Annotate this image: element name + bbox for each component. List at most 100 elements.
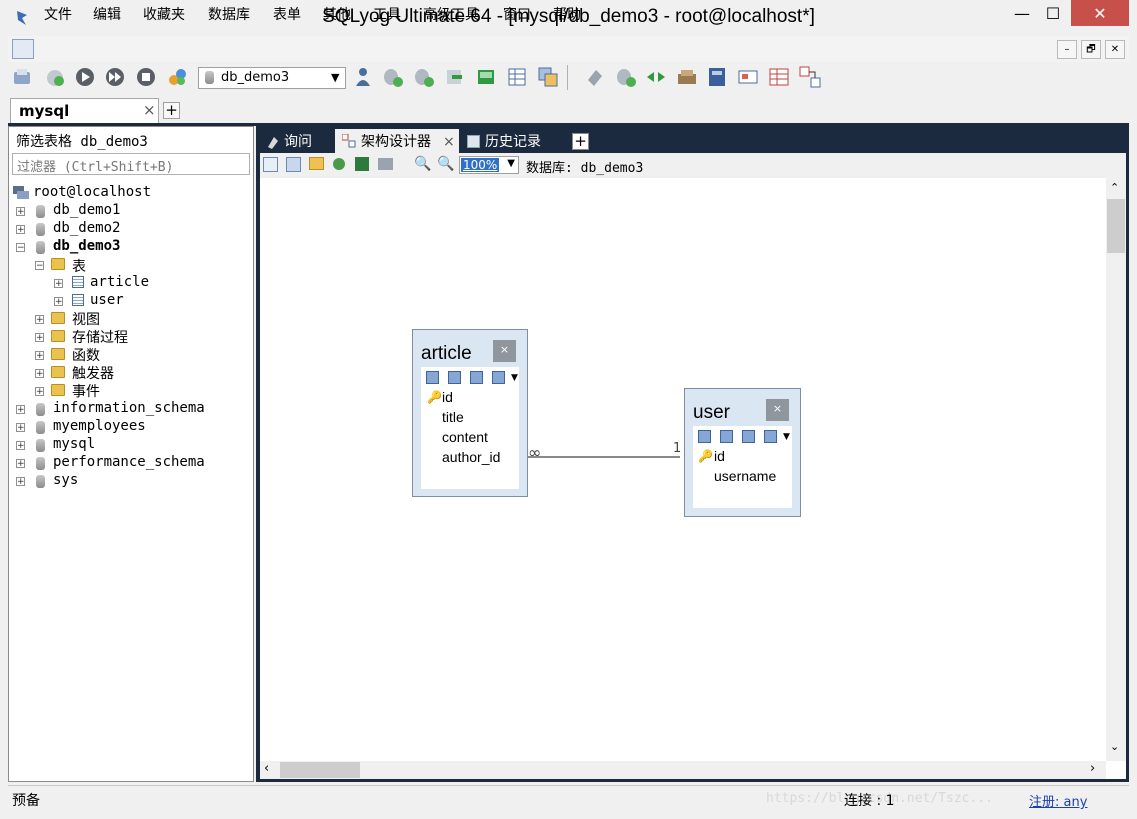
collapse-icon[interactable]: −	[35, 261, 44, 271]
schema-sync-icon[interactable]	[537, 66, 559, 88]
register-link[interactable]: 注册: any	[1029, 791, 1087, 810]
mdi-close-button[interactable]: ✕	[1105, 40, 1125, 59]
expand-icon[interactable]: +	[35, 315, 44, 325]
add-table-icon[interactable]	[263, 157, 278, 172]
horizontal-scrollbar[interactable]	[260, 761, 1106, 779]
menu-favorites[interactable]: 收藏夹	[143, 4, 185, 24]
import-icon[interactable]	[444, 66, 466, 88]
field-row[interactable]: content	[442, 429, 488, 445]
expand-icon[interactable]: +	[16, 207, 25, 217]
tree-root[interactable]: root@localhost	[33, 184, 151, 202]
expand-icon[interactable]: +	[54, 297, 63, 307]
collapse-icon[interactable]: −	[16, 243, 25, 253]
export-icon[interactable]	[475, 66, 497, 88]
scroll-left-icon[interactable]: ‹	[264, 761, 269, 776]
menu-help[interactable]: 帮助	[553, 4, 581, 24]
expand-icon[interactable]: +	[54, 279, 63, 289]
chevron-down-icon[interactable]: ▼	[511, 373, 518, 383]
expand-icon[interactable]: +	[35, 333, 44, 343]
scroll-right-icon[interactable]: ›	[1090, 761, 1095, 776]
menu-database[interactable]: 数据库	[208, 4, 250, 24]
field-row[interactable]: title	[442, 409, 464, 425]
relationship-icon[interactable]	[742, 430, 755, 443]
entity-close-icon[interactable]: ×	[493, 340, 516, 362]
copy-db-icon[interactable]	[506, 66, 528, 88]
connection-tab-close-icon[interactable]: ×	[143, 101, 156, 119]
field-row[interactable]: id	[442, 389, 453, 405]
connect-icon[interactable]	[12, 66, 34, 88]
mdi-minimize-button[interactable]: –	[1057, 40, 1077, 59]
tree-table-item[interactable]: article	[90, 274, 149, 292]
add-column-icon[interactable]	[426, 371, 439, 384]
tree-folder-triggers[interactable]: 触发器	[72, 363, 114, 382]
menu-file[interactable]: 文件	[44, 4, 72, 24]
notifications-icon[interactable]	[676, 66, 698, 88]
zoom-out-icon[interactable]: 🔍	[437, 156, 454, 172]
zoom-in-icon[interactable]: 🔍	[414, 156, 431, 172]
backup-db-icon[interactable]	[382, 66, 404, 88]
tree-db-item[interactable]: performance_schema	[53, 454, 205, 472]
horizontal-scroll-thumb[interactable]	[280, 762, 360, 778]
add-column-icon[interactable]	[698, 430, 711, 443]
tree-db-item[interactable]: db_demo1	[53, 202, 120, 220]
stop-icon[interactable]	[135, 66, 157, 88]
scroll-up-icon[interactable]: ⌃	[1110, 181, 1119, 194]
tree-folder-tables[interactable]: 表	[72, 256, 86, 275]
print-icon[interactable]	[378, 158, 393, 170]
restore-db-icon[interactable]	[413, 66, 435, 88]
tree-db-item[interactable]: sys	[53, 472, 78, 490]
filter-input[interactable]: 过滤器 (Ctrl+Shift+B)	[12, 153, 250, 175]
data-sync-icon[interactable]	[645, 66, 667, 88]
field-row[interactable]: id	[714, 448, 725, 464]
maximize-button[interactable]: ☐	[1040, 0, 1066, 28]
expand-icon[interactable]: +	[16, 459, 25, 469]
expand-icon[interactable]: +	[35, 387, 44, 397]
database-select[interactable]: db_demo3	[198, 67, 346, 89]
expand-icon[interactable]: +	[35, 369, 44, 379]
vertical-scrollbar[interactable]	[1106, 178, 1126, 761]
table-options-icon[interactable]	[492, 371, 505, 384]
chevron-down-icon[interactable]: ▼	[331, 71, 339, 84]
tree-table-item[interactable]: user	[90, 292, 124, 310]
chevron-down-icon[interactable]: ▼	[783, 432, 790, 442]
add-all-tables-icon[interactable]	[286, 157, 301, 172]
expand-icon[interactable]: +	[16, 477, 25, 487]
tree-folder-procedures[interactable]: 存储过程	[72, 327, 128, 346]
field-row[interactable]: username	[714, 468, 776, 484]
menu-advanced-tools[interactable]: 高级工具	[423, 4, 479, 24]
scroll-down-icon[interactable]: ⌄	[1110, 740, 1119, 753]
menu-other[interactable]: 其他	[323, 4, 351, 24]
tree-db-item[interactable]: information_schema	[53, 400, 205, 418]
table-diag-icon[interactable]	[737, 66, 759, 88]
open-folder-icon[interactable]	[309, 157, 324, 170]
refresh-icon[interactable]	[166, 66, 188, 88]
minimize-button[interactable]: —	[1010, 0, 1034, 28]
schema-designer-icon[interactable]	[799, 66, 821, 88]
menu-tools[interactable]: 工具	[373, 4, 401, 24]
add-tab-button[interactable]: +	[572, 133, 589, 150]
app-menu-icon[interactable]	[12, 39, 34, 59]
user-manager-icon[interactable]	[352, 66, 374, 88]
refresh-layout-icon[interactable]	[333, 158, 345, 170]
query-builder-icon[interactable]	[584, 66, 606, 88]
tree-db-item[interactable]: mysql	[53, 436, 95, 454]
tree-folder-functions[interactable]: 函数	[72, 345, 100, 364]
close-button[interactable]: ✕	[1071, 0, 1129, 26]
manage-index-icon[interactable]	[448, 371, 461, 384]
relationship-icon[interactable]	[470, 371, 483, 384]
sql-scheduler-icon[interactable]	[615, 66, 637, 88]
tree-folder-views[interactable]: 视图	[72, 309, 100, 328]
expand-icon[interactable]: +	[16, 441, 25, 451]
execute-query-icon[interactable]	[74, 66, 96, 88]
tab-close-icon[interactable]: ×	[443, 131, 455, 153]
add-connection-tab-button[interactable]: +	[163, 102, 180, 119]
mdi-restore-button[interactable]: 🗗	[1081, 40, 1101, 59]
expand-icon[interactable]: +	[16, 225, 25, 235]
expand-icon[interactable]: +	[16, 405, 25, 415]
export-image-icon[interactable]	[355, 157, 369, 171]
tree-folder-events[interactable]: 事件	[72, 381, 100, 400]
manage-index-icon[interactable]	[720, 430, 733, 443]
migration-icon[interactable]	[706, 66, 728, 88]
expand-icon[interactable]: +	[16, 423, 25, 433]
execute-all-icon[interactable]	[104, 66, 126, 88]
